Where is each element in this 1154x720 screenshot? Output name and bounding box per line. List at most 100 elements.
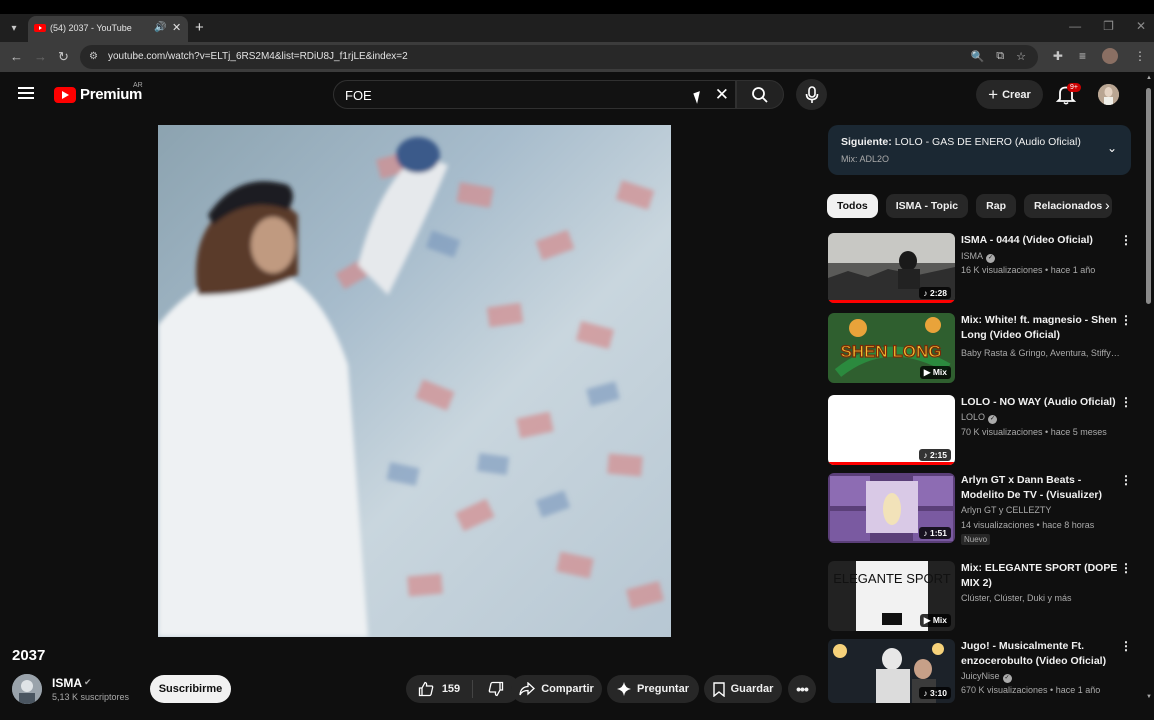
- thumbs-down-icon: [488, 681, 504, 697]
- bookmark-star-icon[interactable]: ☆: [1016, 50, 1026, 63]
- recommendation-item[interactable]: ♪ 3:10 Jugo! - Musicalmente Ft. enzocero…: [828, 639, 1134, 703]
- recommendation-item[interactable]: ♪ 1:51 Arlyn GT x Dann Beats - Modelito …: [828, 473, 1134, 545]
- verified-icon: ✓: [988, 415, 998, 424]
- tab-audio-icon[interactable]: 🔊: [154, 22, 166, 33]
- tab-search-icon[interactable]: ▾: [6, 20, 22, 36]
- like-button[interactable]: 159: [406, 675, 472, 703]
- video-thumbnail[interactable]: ♪ 1:51: [828, 473, 955, 543]
- profile-avatar[interactable]: [1102, 48, 1118, 64]
- more-vertical-icon[interactable]: ⋮: [1120, 396, 1132, 408]
- tab-close-icon[interactable]: ✕: [172, 21, 181, 34]
- create-button[interactable]: + Crear: [976, 80, 1043, 109]
- more-vertical-icon[interactable]: ⋮: [1120, 474, 1132, 486]
- more-vertical-icon[interactable]: ⋮: [1120, 562, 1132, 574]
- share-button[interactable]: Compartir: [511, 675, 602, 703]
- menu-icon[interactable]: [18, 87, 34, 99]
- scroll-down-icon[interactable]: ▼: [1146, 694, 1152, 700]
- search-icon: [752, 86, 768, 103]
- recommendation-channel[interactable]: ISMA ✓: [961, 251, 1121, 263]
- recommendation-channel[interactable]: LOLO ✓: [961, 412, 1121, 424]
- search-button[interactable]: [736, 80, 784, 109]
- chip-isma-topic[interactable]: ISMA - Topic: [885, 194, 969, 218]
- media-controls-icon[interactable]: ≡: [1079, 49, 1086, 63]
- recommendation-title[interactable]: ISMA - 0444 (Video Oficial): [961, 233, 1119, 248]
- microphone-icon: [805, 85, 818, 103]
- save-button[interactable]: Guardar: [704, 675, 782, 703]
- ask-label: Preguntar: [637, 683, 689, 695]
- recommendation-title[interactable]: Mix: ELEGANTE SPORT (DOPE MIX 2): [961, 561, 1119, 591]
- recommendation-channel[interactable]: JuicyNise ✓: [961, 671, 1121, 683]
- more-actions-button[interactable]: •••: [788, 675, 816, 703]
- video-player[interactable]: [158, 125, 671, 637]
- extensions-icon[interactable]: ✚: [1053, 49, 1063, 63]
- up-next-card[interactable]: Siguiente: LOLO - GAS DE ENERO (Audio Of…: [828, 125, 1131, 175]
- duration-badge: ♪ 1:51: [919, 527, 951, 539]
- new-tab-icon[interactable]: +: [195, 19, 204, 36]
- recommendation-title[interactable]: Jugo! - Musicalmente Ft. enzocerobulto (…: [961, 639, 1119, 669]
- url-text[interactable]: youtube.com/watch?v=ELTj_6RS2M4&list=RDi…: [108, 51, 408, 62]
- recommendation-item[interactable]: ♪ 2:28 ISMA - 0444 (Video Oficial) ISMA ✓…: [828, 233, 1134, 303]
- video-thumbnail[interactable]: ♪ 2:28: [828, 233, 955, 303]
- video-thumbnail[interactable]: ELEGANTE SPORT ▶ Mix: [828, 561, 955, 631]
- recommendation-title[interactable]: Arlyn GT x Dann Beats - Modelito De TV -…: [961, 473, 1119, 503]
- thumbnail-text: SHEN LONG: [840, 342, 941, 361]
- address-bar[interactable]: ⚙ youtube.com/watch?v=ELTj_6RS2M4&list=R…: [80, 45, 1038, 69]
- account-avatar[interactable]: [1098, 84, 1119, 105]
- video-thumbnail[interactable]: ♪ 3:10: [828, 639, 955, 703]
- notification-count-badge: 9+: [1067, 83, 1081, 92]
- chevron-right-icon[interactable]: ›: [1105, 197, 1110, 213]
- restore-icon[interactable]: ❐: [1103, 19, 1114, 33]
- ask-button[interactable]: Preguntar: [607, 675, 699, 703]
- back-icon[interactable]: ←: [10, 49, 23, 64]
- recommendation-title[interactable]: LOLO - NO WAY (Audio Oficial): [961, 395, 1119, 410]
- site-info-icon[interactable]: ⚙: [89, 51, 98, 62]
- watched-progress-bar: [828, 300, 955, 303]
- video-thumbnail[interactable]: SHEN LONG ▶ Mix: [828, 313, 955, 383]
- chip-relacionados[interactable]: Relacionados: [1023, 194, 1113, 218]
- clear-search-icon[interactable]: ✕: [715, 85, 729, 105]
- chevron-down-icon[interactable]: ⌄: [1107, 141, 1117, 155]
- scroll-up-icon[interactable]: ▲: [1146, 75, 1152, 81]
- youtube-premium-logo[interactable]: Premium: [54, 86, 142, 103]
- chip-todos[interactable]: Todos: [827, 194, 878, 218]
- recommendation-channel[interactable]: Clúster, Clúster, Duki y más: [961, 593, 1121, 603]
- forward-icon[interactable]: →: [34, 49, 47, 64]
- scrollbar-thumb[interactable]: [1146, 88, 1151, 304]
- recommendation-item[interactable]: ELEGANTE SPORT ▶ Mix Mix: ELEGANTE SPORT…: [828, 561, 1134, 631]
- youtube-favicon-icon: [34, 24, 46, 32]
- video-thumbnail[interactable]: ♪ 2:15: [828, 395, 955, 465]
- browser-toolbar: ← → ↻ ⚙ youtube.com/watch?v=ELTj_6RS2M4&…: [0, 42, 1154, 72]
- more-vertical-icon[interactable]: ⋮: [1120, 640, 1132, 652]
- subscribe-button[interactable]: Suscribirme: [150, 675, 231, 703]
- browser-tab[interactable]: (54) 2037 - YouTube 🔊 ✕: [28, 16, 188, 42]
- browser-menu-icon[interactable]: ⋮: [1134, 49, 1146, 63]
- more-vertical-icon[interactable]: ⋮: [1120, 234, 1132, 246]
- search-input[interactable]: FOE: [345, 88, 372, 103]
- bookmark-icon: [712, 681, 725, 697]
- recommendation-meta: 70 K visualizaciones • hace 5 meses: [961, 427, 1107, 437]
- more-vertical-icon[interactable]: ⋮: [1120, 314, 1132, 326]
- zoom-icon[interactable]: 🔍: [971, 50, 985, 63]
- chip-rap[interactable]: Rap: [976, 194, 1016, 218]
- share-label: Compartir: [541, 683, 594, 695]
- minimize-icon[interactable]: —: [1069, 19, 1081, 33]
- recommendation-meta: 16 K visualizaciones • hace 1 año: [961, 265, 1096, 275]
- recommendation-channel[interactable]: Arlyn GT y CELLEZTY: [961, 505, 1121, 515]
- install-app-icon[interactable]: ⧉: [996, 50, 1004, 63]
- plus-icon: +: [988, 84, 999, 104]
- filter-chips: Todos ISMA - Topic Rap Relacionados: [827, 194, 1113, 218]
- up-next-line: Siguiente: LOLO - GAS DE ENERO (Audio Of…: [841, 136, 1081, 148]
- recommendation-item[interactable]: ♪ 2:15 LOLO - NO WAY (Audio Oficial) LOL…: [828, 395, 1134, 465]
- channel-name[interactable]: ISMA: [52, 676, 82, 690]
- recommendation-meta: 14 visualizaciones • hace 8 horas: [961, 520, 1095, 530]
- voice-search-button[interactable]: [796, 79, 827, 110]
- window-close-icon[interactable]: ✕: [1136, 19, 1146, 33]
- reload-icon[interactable]: ↻: [58, 49, 69, 65]
- recommendation-item[interactable]: SHEN LONG ▶ Mix Mix: White! ft. magnesio…: [828, 313, 1134, 383]
- page-scrollbar[interactable]: [1145, 82, 1152, 702]
- recommendation-channel[interactable]: Baby Rasta & Gringo, Aventura, Stiffy y …: [961, 348, 1121, 358]
- recommendation-title[interactable]: Mix: White! ft. magnesio - Shen Long (Vi…: [961, 313, 1119, 343]
- channel-avatar[interactable]: [12, 674, 42, 704]
- tab-title: (54) 2037 - YouTube: [50, 23, 132, 33]
- search-box[interactable]: FOE ✕: [333, 80, 736, 109]
